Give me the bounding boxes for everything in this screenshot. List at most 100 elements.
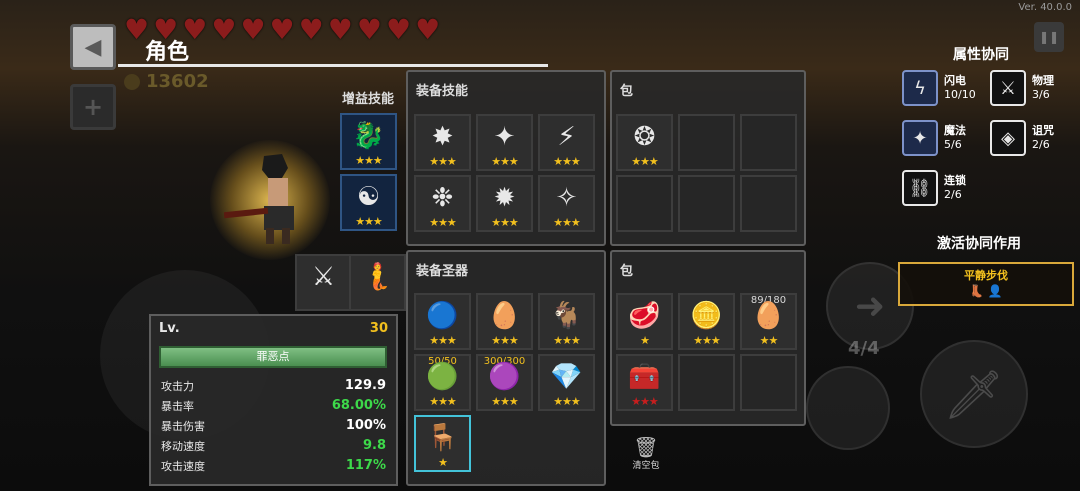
item-icon: ⚡ <box>557 122 576 152</box>
plus-button[interactable]: + <box>70 84 116 130</box>
synergy-item[interactable]: ⚔ 物理 3/6 <box>990 70 1054 106</box>
active-synergy-title: 激活协同作用 <box>937 236 1021 252</box>
stat-value: 9.8 <box>362 438 386 453</box>
heart-icon: ♥ <box>298 13 324 46</box>
equip-skill-slot[interactable]: ❉ ★★★ <box>414 175 471 232</box>
item-icon: ✦ <box>493 122 516 152</box>
clear-bag-label: 清空包 <box>632 461 660 471</box>
relic-bag-slot[interactable]: 🧰 ★★★ <box>616 354 673 411</box>
skill-bag-slot[interactable] <box>740 175 797 232</box>
equip-relic-slot[interactable]: 💎 ★★★ <box>538 354 595 411</box>
stat-row: 攻击速度 117% <box>161 458 386 474</box>
title-underline <box>118 64 548 67</box>
sin-points-button[interactable]: 罪恶点 <box>159 346 387 368</box>
item-icon: ✧ <box>555 183 578 213</box>
boots-icon: 👢 👤 <box>969 284 1003 298</box>
synergy-item[interactable]: ◈ 诅咒 2/6 <box>990 120 1054 156</box>
synergy-icon: ✦ <box>902 120 938 156</box>
skill-bag-slot[interactable]: ❂ ★★★ <box>616 114 673 171</box>
stats-panel: Lv. 30 罪恶点 攻击力 129.9 暴击率 68.00% 暴击伤害 100% 移动速度… <box>149 314 398 486</box>
pause-button[interactable]: ❚❚ <box>1034 22 1064 52</box>
back-arrow-icon: ◀ <box>84 34 102 60</box>
star-rating: ★★★ <box>429 395 457 408</box>
relic-bag-slot[interactable]: 🪙 ★★★ <box>678 293 735 350</box>
skill-bag-slot[interactable] <box>616 175 673 232</box>
page-title: 角色 <box>145 40 190 65</box>
buff-skill-slot[interactable]: 🐉 ★★★ <box>340 113 397 170</box>
trash-icon: 🗑 <box>633 435 659 459</box>
equip-skill-slot[interactable]: ✹ ★★★ <box>476 175 533 232</box>
stat-label: 攻击速度 <box>161 460 205 473</box>
synergy-name: 闪电 <box>944 74 966 87</box>
coin-icon <box>124 73 140 90</box>
synergy-item[interactable]: ✦ 魔法 5/6 <box>902 120 966 156</box>
skill-count: 4/4 <box>848 338 880 359</box>
star-rating: ★★★ <box>491 155 519 168</box>
synergy-count: 2/6 <box>1032 138 1050 151</box>
active-synergy-card[interactable]: 平静步伐 👢 👤 <box>898 262 1074 306</box>
gold-counter: 13602 <box>124 71 209 92</box>
character-sprite <box>223 150 314 246</box>
stat-row: 移动速度 9.8 <box>161 438 386 454</box>
item-icon: 🥚 <box>752 301 785 331</box>
synergy-count: 5/6 <box>944 138 962 151</box>
skill-bag-slot[interactable] <box>678 114 735 171</box>
equip-skills-panel: 装备技能 ✸ ★★★ ✦ ★★★ ⚡ ★★★ ❉ ★★★ ✹ ★★★ ✧ ★★★ <box>406 70 606 246</box>
heart-icon: ♥ <box>415 13 441 46</box>
relic-bag-slot[interactable]: 89/180 🥚 ★★ <box>740 293 797 350</box>
equip-relic-slot[interactable]: 🔵 ★★★ <box>414 293 471 350</box>
weapon-slot[interactable]: 🧜 <box>349 254 406 311</box>
relic-bag-panel: 包 🥩 ★ 🪙 ★★★ 89/180 🥚 ★★ 🧰 ★★★ <box>610 250 806 426</box>
star-rating: ★★★ <box>631 395 659 408</box>
equip-relic-slot[interactable]: 50/50 🟢 ★★★ <box>414 354 471 411</box>
stat-row: 暴击伤害 100% <box>161 418 386 434</box>
equip-relic-slot[interactable]: 🐐 ★★★ <box>538 293 595 350</box>
synergy-item[interactable]: ϟ 闪电 10/10 <box>902 70 976 106</box>
equip-skill-slot[interactable]: ✦ ★★★ <box>476 114 533 171</box>
clear-bag-button[interactable]: 🗑 清空包 <box>626 436 666 471</box>
attack-button[interactable]: 🗡 <box>920 340 1028 448</box>
back-button[interactable]: ◀ <box>70 24 116 70</box>
equip-relic-slot[interactable]: 🪑 ★ <box>414 415 471 472</box>
pause-icon: ❚❚ <box>1038 30 1060 44</box>
relic-bag-slot[interactable] <box>678 354 735 411</box>
sin-points-label: 罪恶点 <box>256 350 290 363</box>
stat-label: 暴击伤害 <box>161 420 205 433</box>
weapon-slot[interactable]: ⚔ <box>295 254 352 311</box>
relic-bag-slot[interactable] <box>740 354 797 411</box>
buff-skill-slot[interactable]: ☯ ★★★ <box>340 174 397 231</box>
item-icon: 🐐 <box>550 301 583 331</box>
item-icon: ✸ <box>431 122 454 152</box>
synergy-name: 诅咒 <box>1032 124 1054 137</box>
level-value: 30 <box>369 321 388 336</box>
item-icon: 🧰 <box>628 362 661 392</box>
heart-icon: ♥ <box>269 13 295 46</box>
item-icon: 🔵 <box>426 301 459 331</box>
skill-bag-slot[interactable] <box>740 114 797 171</box>
version-label: Ver. 40.0.0 <box>1018 2 1072 13</box>
equip-skill-slot[interactable]: ✸ ★★★ <box>414 114 471 171</box>
item-icon: ❂ <box>633 122 656 152</box>
heart-icon: ♥ <box>356 13 382 46</box>
equip-skill-slot[interactable]: ⚡ ★★★ <box>538 114 595 171</box>
star-rating: ★★★ <box>429 155 457 168</box>
item-icon: 🥩 <box>628 301 661 331</box>
item-icon: 🟢 <box>426 362 459 392</box>
synergy-name: 物理 <box>1032 74 1054 87</box>
stat-row: 暴击率 68.00% <box>161 398 386 414</box>
heart-icon: ♥ <box>385 13 412 46</box>
equip-relic-slot[interactable]: 300/300 🟣 ★★★ <box>476 354 533 411</box>
star-rating: ★★★ <box>429 334 457 347</box>
stat-label: 暴击率 <box>161 400 194 413</box>
plus-icon: + <box>82 93 104 121</box>
item-icon: 🟣 <box>488 362 521 392</box>
star-rating: ★★★ <box>553 395 581 408</box>
heart-icon: ♥ <box>240 13 266 46</box>
synergy-item[interactable]: ⛓ 连锁 2/6 <box>902 170 966 206</box>
jump-button[interactable] <box>806 366 890 450</box>
equip-relic-slot[interactable]: 🥚 ★★★ <box>476 293 533 350</box>
relic-bag-slot[interactable]: 🥩 ★ <box>616 293 673 350</box>
star-rating: ★★★ <box>491 334 519 347</box>
skill-bag-slot[interactable] <box>678 175 735 232</box>
equip-skill-slot[interactable]: ✧ ★★★ <box>538 175 595 232</box>
